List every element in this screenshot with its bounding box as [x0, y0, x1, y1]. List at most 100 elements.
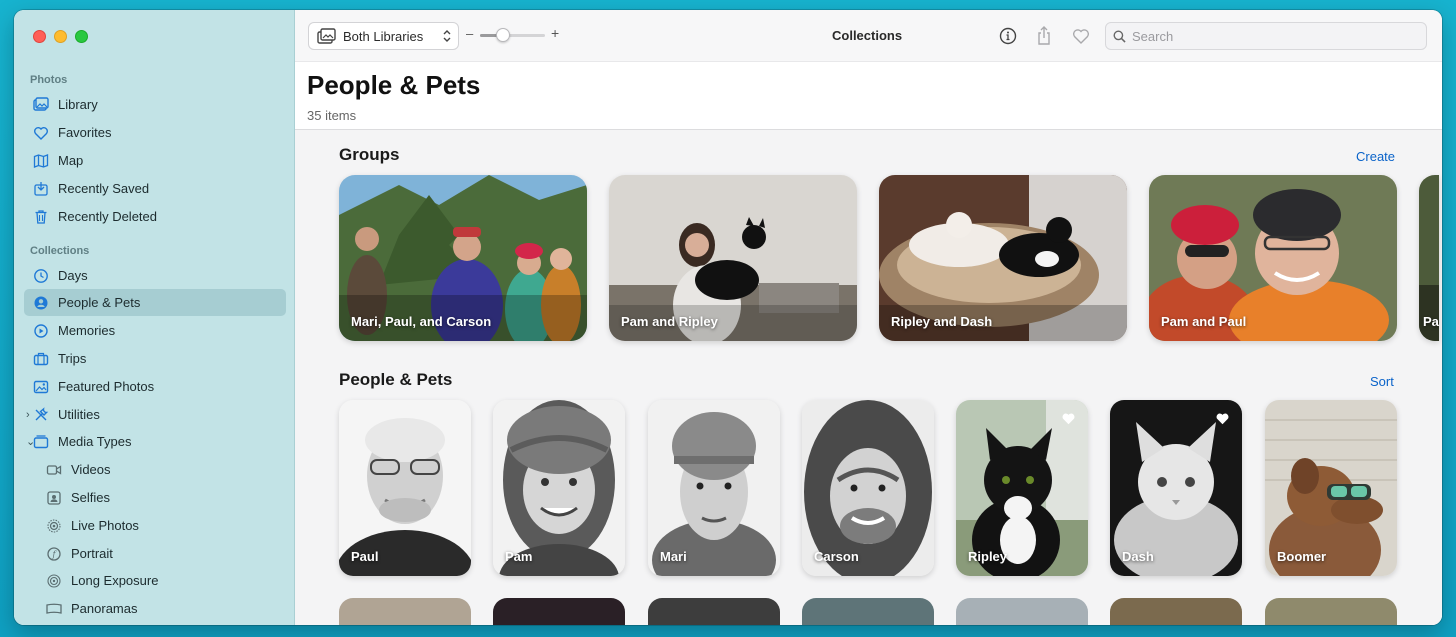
person-card[interactable] [1110, 598, 1242, 625]
person-card[interactable]: Dash [1110, 400, 1242, 576]
main-content: People & Pets 35 items Groups Create Mar… [295, 62, 1442, 625]
photo-icon [30, 379, 52, 395]
chevron-down-icon[interactable]: ⌄ [26, 435, 35, 448]
group-card[interactable]: Pa [1419, 175, 1439, 341]
sidebar-section-photos[interactable]: Photos [30, 74, 67, 86]
close-button[interactable] [33, 30, 46, 43]
sidebar: Photos Library Favorites Map Recently Sa… [14, 10, 295, 625]
sidebar-item-map[interactable]: Map [24, 147, 286, 174]
share-button[interactable] [1033, 25, 1055, 47]
trash-icon [30, 209, 52, 225]
group-label: Pam and Ripley [621, 314, 718, 329]
group-card[interactable]: Mari, Paul, and Carson [339, 175, 587, 341]
selfie-icon [43, 490, 65, 506]
search-icon [1113, 30, 1126, 43]
sidebar-item-label: Recently Deleted [58, 209, 157, 224]
group-card[interactable]: Ripley and Dash [879, 175, 1127, 341]
collection-scroll-area[interactable]: Groups Create Mari, Paul, and Carson Pam… [295, 130, 1442, 625]
sidebar-item-recently-saved[interactable]: Recently Saved [24, 175, 286, 202]
sidebar-item-featured-photos[interactable]: Featured Photos [24, 373, 286, 400]
sort-button[interactable]: Sort [1370, 374, 1394, 389]
zoom-button[interactable] [75, 30, 88, 43]
sidebar-item-label: People & Pets [58, 295, 141, 310]
sidebar-item-days[interactable]: Days [24, 262, 286, 289]
people-pets-heading: People & Pets [339, 370, 453, 389]
group-card[interactable]: Pam and Ripley [609, 175, 857, 341]
person-label: Paul [351, 549, 379, 564]
search-field[interactable] [1105, 22, 1427, 50]
zoom-slider[interactable] [480, 28, 545, 42]
person-card[interactable]: Boomer [1265, 400, 1397, 576]
memories-icon [30, 323, 52, 339]
group-label: Pa [1423, 314, 1439, 329]
minimize-button[interactable] [54, 30, 67, 43]
group-label: Ripley and Dash [891, 314, 993, 329]
person-label: Dash [1122, 549, 1154, 564]
sidebar-item-label: Media Types [58, 434, 132, 449]
person-card[interactable]: Mari [648, 400, 780, 576]
suitcase-icon [30, 351, 52, 367]
library-icon [30, 96, 52, 113]
sidebar-item-selfies[interactable]: Selfies [24, 484, 286, 511]
sidebar-item-videos[interactable]: Videos [24, 456, 286, 483]
zoom-slider-knob[interactable] [496, 28, 510, 42]
person-card[interactable] [956, 598, 1088, 625]
sidebar-item-trips[interactable]: Trips [24, 345, 286, 372]
search-input[interactable] [1132, 28, 1412, 44]
person-card[interactable]: Paul [339, 400, 471, 576]
person-circle-icon [30, 295, 52, 311]
sidebar-item-label: Utilities [58, 407, 100, 422]
sidebar-item-memories[interactable]: Memories [24, 317, 286, 344]
sidebar-item-label: Days [58, 268, 88, 283]
person-card[interactable] [802, 598, 934, 625]
sidebar-item-label: Selfies [71, 490, 111, 505]
group-label: Mari, Paul, and Carson [351, 314, 492, 329]
person-card[interactable]: Pam [493, 400, 625, 576]
person-card[interactable] [1265, 598, 1397, 625]
favorite-button[interactable] [1070, 25, 1092, 47]
window-controls [33, 30, 88, 43]
sidebar-item-favorites[interactable]: Favorites [24, 119, 286, 146]
person-label: Carson [814, 549, 859, 564]
sidebar-item-label: Videos [71, 462, 111, 477]
photos-window: Photos Library Favorites Map Recently Sa… [14, 10, 1442, 625]
sidebar-item-recently-deleted[interactable]: Recently Deleted [24, 203, 286, 230]
live-photo-icon [43, 518, 65, 534]
person-card[interactable] [339, 598, 471, 625]
person-card[interactable] [493, 598, 625, 625]
sidebar-item-label: Memories [58, 323, 116, 338]
person-label: Ripley [968, 549, 1008, 564]
utilities-icon [30, 406, 52, 423]
info-icon [999, 27, 1017, 45]
sidebar-item-utilities[interactable]: › Utilities [24, 401, 286, 428]
favorite-heart-icon[interactable] [1061, 412, 1076, 430]
sidebar-item-long-exposure[interactable]: Long Exposure [24, 567, 286, 594]
up-down-chevron-icon [442, 28, 452, 47]
person-label: Boomer [1277, 549, 1327, 564]
long-exposure-icon [43, 573, 65, 589]
favorite-heart-icon[interactable] [1215, 412, 1230, 430]
sidebar-item-label: Portrait [71, 546, 113, 561]
page-title: People & Pets [307, 70, 481, 100]
sidebar-item-live-photos[interactable]: Live Photos [24, 512, 286, 539]
library-select[interactable]: Both Libraries [308, 22, 459, 50]
sidebar-item-library[interactable]: Library [24, 91, 286, 118]
sidebar-item-media-types[interactable]: ⌄ Media Types [24, 428, 286, 455]
group-card[interactable]: Pam and Paul [1149, 175, 1397, 341]
sidebar-item-people-pets[interactable]: People & Pets [24, 289, 286, 316]
info-button[interactable] [997, 25, 1019, 47]
person-card[interactable] [648, 598, 780, 625]
sidebar-item-panoramas[interactable]: Panoramas [24, 595, 286, 622]
panorama-icon [43, 601, 65, 617]
svg-text:f: f [52, 550, 58, 559]
chevron-right-icon[interactable]: › [26, 409, 30, 421]
person-label: Pam [505, 549, 533, 564]
create-group-button[interactable]: Create [1356, 149, 1395, 164]
zoom-out-button[interactable]: – [466, 26, 473, 41]
zoom-in-button[interactable]: + [551, 25, 559, 41]
person-card[interactable]: Ripley [956, 400, 1088, 576]
sidebar-section-collections[interactable]: Collections [30, 245, 89, 257]
sidebar-item-portrait[interactable]: f Portrait [24, 540, 286, 567]
person-label: Mari [660, 549, 687, 564]
person-card[interactable]: Carson [802, 400, 934, 576]
